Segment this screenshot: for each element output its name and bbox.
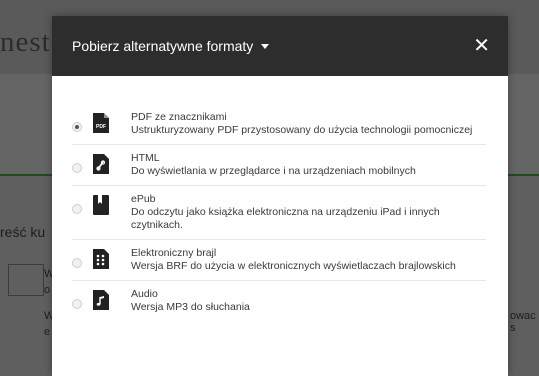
dialog-title: Pobierz alternatywne formaty (72, 38, 254, 54)
background-heading: reść ku (0, 224, 46, 240)
format-name: Elektroniczny brajl (131, 247, 217, 259)
format-name: ePub (131, 193, 156, 205)
format-name: HTML (131, 152, 160, 164)
caret-down-icon (261, 43, 270, 49)
html-file-icon (93, 154, 109, 174)
dialog-title-dropdown[interactable]: Pobierz alternatywne formaty (72, 38, 270, 54)
format-option-text: HTML Do wyświetlania w przeglądarce i na… (131, 150, 486, 178)
pdf-file-icon: PDF (93, 113, 109, 133)
epub-book-icon (93, 195, 109, 215)
format-radio-braille[interactable] (72, 258, 82, 268)
format-option-text: Audio Wersja MP3 do słuchania (131, 286, 486, 314)
background-folder-icon (8, 264, 44, 296)
format-option-text: PDF ze znacznikami Ustrukturyzowany PDF … (131, 109, 486, 137)
format-radio-html[interactable] (72, 163, 82, 173)
background-text: e (44, 326, 51, 338)
alternative-formats-dialog: Pobierz alternatywne formaty ✕ PDF PDF z… (52, 16, 508, 376)
format-description: Wersja MP3 do słuchania (131, 301, 250, 313)
format-option-html[interactable]: HTML Do wyświetlania w przeglądarce i na… (72, 145, 486, 186)
format-radio-audio[interactable] (72, 299, 82, 309)
format-option-audio[interactable]: Audio Wersja MP3 do słuchania (72, 281, 486, 322)
format-options-list: PDF PDF ze znacznikami Ustrukturyzowany … (52, 76, 508, 322)
format-radio-pdf[interactable] (72, 122, 82, 132)
format-option-pdf[interactable]: PDF PDF ze znacznikami Ustrukturyzowany … (72, 104, 486, 145)
close-icon[interactable]: ✕ (473, 36, 490, 56)
format-option-text: Elektroniczny brajl Wersja BRF do użycia… (131, 245, 486, 273)
format-option-text: ePub Do odczytu jako książka elektronicz… (131, 191, 486, 232)
format-name: Audio (131, 288, 158, 300)
format-option-braille[interactable]: Elektroniczny brajl Wersja BRF do użycia… (72, 240, 486, 281)
format-description: Do odczytu jako książka elektroniczna na… (131, 206, 440, 231)
audio-file-icon (93, 290, 109, 310)
format-description: Wersja BRF do użycia w elektronicznych w… (131, 260, 456, 272)
background-title: nest (0, 26, 51, 58)
pdf-icon-text: PDF (96, 124, 106, 130)
braille-file-icon (93, 249, 109, 269)
format-description: Ustrukturyzowany PDF przystosowany do uż… (131, 124, 473, 136)
format-radio-epub[interactable] (72, 204, 82, 214)
background-text: o (44, 284, 51, 296)
format-name: PDF ze znacznikami (131, 111, 227, 123)
dialog-header: Pobierz alternatywne formaty ✕ (52, 16, 508, 76)
format-description: Do wyświetlania w przeglądarce i na urzą… (131, 165, 416, 177)
background-text: owac s (510, 310, 536, 334)
format-option-epub[interactable]: ePub Do odczytu jako książka elektronicz… (72, 186, 486, 240)
